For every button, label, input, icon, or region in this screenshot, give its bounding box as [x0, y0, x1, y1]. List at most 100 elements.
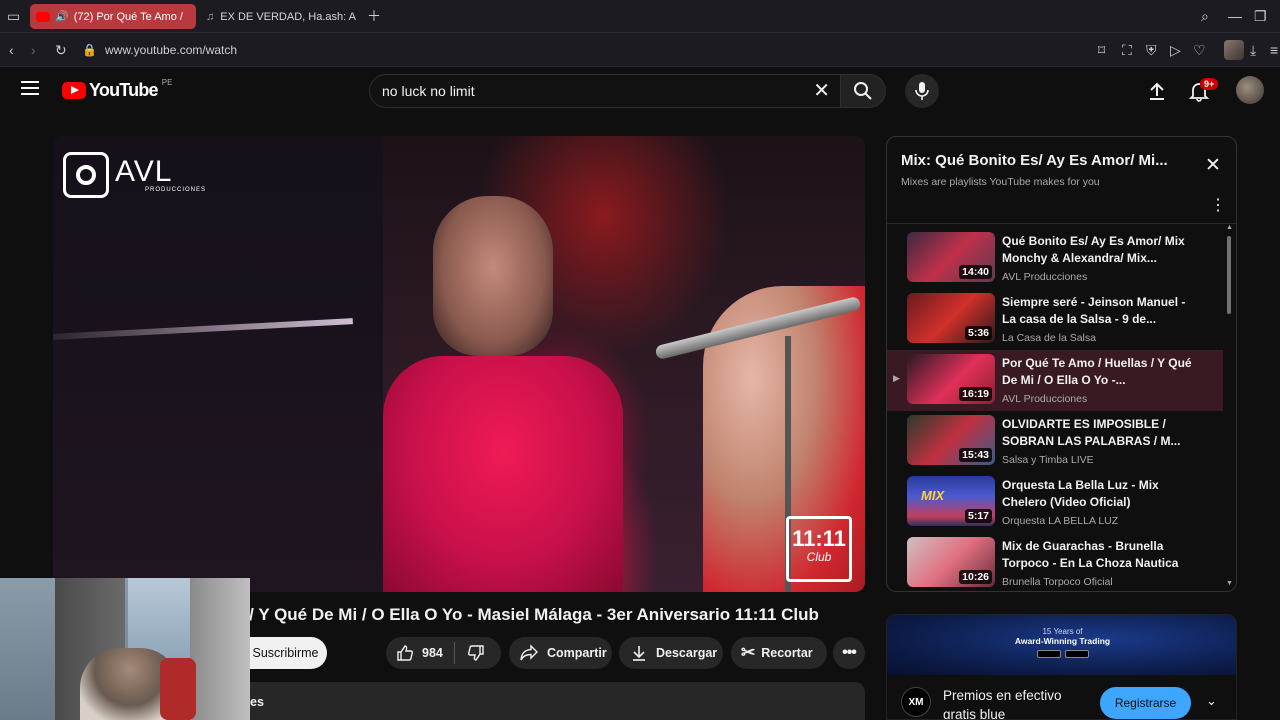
mix-list-item[interactable]: 10:26 Mix de Guarachas - Brunella Torpoc…: [887, 533, 1223, 591]
scrollbar-track[interactable]: ▲ ▼: [1226, 224, 1233, 590]
scrollbar-thumb[interactable]: [1227, 236, 1231, 314]
club-logo-word: Club: [806, 550, 832, 564]
share-label: Compartir: [547, 646, 607, 660]
app-store-badges: [887, 650, 1236, 658]
thumbs-up-icon: [397, 645, 413, 661]
download-button[interactable]: Descargar: [619, 637, 723, 669]
duration-badge: 5:17: [964, 509, 992, 523]
description-box[interactable]: es: [235, 682, 865, 720]
screenshot-icon[interactable]: ⛶: [1122, 42, 1132, 58]
more-actions-button[interactable]: •••: [833, 637, 865, 669]
hamburger-menu-icon[interactable]: [21, 81, 39, 95]
mix-list-item[interactable]: 5:36 Siempre seré - Jeinson Manuel - La …: [887, 289, 1223, 350]
performer-dress: [383, 356, 623, 592]
mix-item-title[interactable]: Por Qué Te Amo / Huellas / Y Qué De Mi /…: [1002, 355, 1197, 389]
mix-item-title[interactable]: Siempre seré - Jeinson Manuel - La casa …: [1002, 294, 1197, 328]
club-logo: 11:11 Club: [786, 516, 852, 582]
download-arrow-icon: [633, 646, 645, 661]
youtube-logo[interactable]: YouTube PE: [62, 78, 172, 101]
ad-banner[interactable]: 15 Years of Award-Winning Trading: [887, 615, 1236, 675]
reload-icon[interactable]: ↻: [55, 42, 67, 58]
like-count: 984: [422, 646, 443, 660]
heart-icon[interactable]: ♡: [1193, 42, 1206, 58]
mix-list-item-current[interactable]: ▶ 16:19 Por Qué Te Amo / Huellas / Y Qué…: [887, 350, 1223, 411]
more-options-icon[interactable]: ⋮: [1210, 198, 1226, 214]
search-button[interactable]: [840, 74, 886, 108]
advertiser-logo-text: XM: [908, 696, 924, 708]
speaker-icon[interactable]: 🔊: [55, 10, 69, 23]
microphone-icon: [915, 82, 929, 100]
video-thumbnail[interactable]: 16:19: [907, 354, 995, 404]
tab-active[interactable]: 🔊 (72) Por Qué Te Amo /: [30, 4, 196, 29]
play-icon[interactable]: ▷: [1170, 42, 1181, 58]
tab-inactive[interactable]: ♫ EX DE VERDAD, Ha.ash: A: [200, 4, 360, 29]
mix-item-channel[interactable]: Orquesta LA BELLA LUZ: [1002, 515, 1118, 527]
notification-badge: 9+: [1200, 78, 1219, 90]
user-avatar[interactable]: [1236, 76, 1264, 104]
chevron-down-icon[interactable]: ⌄: [1206, 693, 1217, 709]
mix-item-title[interactable]: Qué Bonito Es/ Ay Es Amor/ Mix Monchy & …: [1002, 233, 1197, 267]
mix-item-title[interactable]: Orquesta La Bella Luz - Mix Chelero (Vid…: [1002, 477, 1197, 511]
browser-tab-bar: ▭ 🔊 (72) Por Qué Te Amo / ♫ EX DE VERDAD…: [0, 0, 1280, 33]
tab-label: (72) Por Qué Te Amo /: [73, 10, 183, 23]
restore-icon[interactable]: ❐: [1254, 8, 1267, 24]
mix-item-title[interactable]: OLVIDARTE ES IMPOSIBLE / SOBRAN LAS PALA…: [1002, 416, 1197, 450]
download-icon[interactable]: ⤓: [1250, 42, 1256, 58]
mix-list-item[interactable]: MIX 5:17 Orquesta La Bella Luz - Mix Che…: [887, 472, 1223, 533]
url-text[interactable]: www.youtube.com/watch: [105, 43, 237, 57]
menu-icon[interactable]: ≡: [1270, 42, 1278, 58]
mix-list-item[interactable]: 14:40 Qué Bonito Es/ Ay Es Amor/ Mix Mon…: [887, 228, 1223, 289]
scroll-down-icon[interactable]: ▼: [1226, 580, 1233, 587]
minimize-icon[interactable]: —: [1228, 8, 1242, 24]
video-player[interactable]: AVL PRODUCCIONES 11:11 Club: [53, 136, 865, 592]
subscribe-label: Suscribirme: [252, 646, 319, 660]
back-icon[interactable]: ‹: [9, 42, 14, 58]
mix-item-channel[interactable]: AVL Producciones: [1002, 393, 1087, 405]
mix-item-channel[interactable]: La Casa de la Salsa: [1002, 332, 1096, 344]
avl-watermark: AVL PRODUCCIONES: [63, 152, 206, 198]
bookmark-icon[interactable]: ⌑: [1098, 42, 1105, 58]
video-thumbnail[interactable]: 14:40: [907, 232, 995, 282]
sponsored-ad[interactable]: 15 Years of Award-Winning Trading XM Pre…: [886, 614, 1237, 720]
search-input[interactable]: no luck no limit: [382, 83, 475, 99]
forward-icon[interactable]: ›: [31, 42, 36, 58]
mix-title[interactable]: Mix: Qué Bonito Es/ Ay Es Amor/ Mi...: [901, 152, 1168, 169]
video-thumbnail[interactable]: 15:43: [907, 415, 995, 465]
sidebar-toggle-icon[interactable]: ▭: [7, 8, 20, 24]
clip-button[interactable]: ✂ Recortar: [731, 637, 827, 669]
clear-search-icon[interactable]: ✕: [813, 80, 830, 102]
ad-banner-line1: 15 Years of: [1042, 627, 1083, 636]
music-favicon-icon: ♫: [206, 10, 215, 23]
mix-item-channel[interactable]: Salsa y Timba LIVE: [1002, 454, 1094, 466]
search-box: no luck no limit ✕: [369, 74, 841, 108]
video-thumbnail[interactable]: MIX 5:17: [907, 476, 995, 526]
advertiser-logo[interactable]: XM: [901, 687, 931, 717]
profile-avatar-icon[interactable]: [1224, 40, 1244, 60]
duration-badge: 15:43: [959, 448, 992, 462]
clip-label: Recortar: [761, 646, 813, 660]
mix-item-channel[interactable]: AVL Producciones: [1002, 271, 1087, 283]
voice-search-button[interactable]: [905, 74, 939, 108]
browser-address-bar: ‹ › ↻ 🔒 www.youtube.com/watch ⌑ ⛶ ⛨ ▷ ♡ …: [0, 33, 1280, 67]
mix-list-item[interactable]: 15:43 OLVIDARTE ES IMPOSIBLE / SOBRAN LA…: [887, 411, 1223, 472]
webcam-shelf: [128, 578, 193, 658]
mix-item-title[interactable]: Mix de Guarachas - Brunella Torpoco - En…: [1002, 538, 1197, 572]
shield-icon[interactable]: ⛨: [1146, 42, 1157, 58]
scroll-up-icon[interactable]: ▲: [1226, 224, 1233, 231]
upload-icon[interactable]: [1147, 81, 1167, 101]
video-thumbnail[interactable]: 10:26: [907, 537, 995, 587]
share-button[interactable]: Compartir: [509, 637, 612, 669]
scissors-icon: ✂: [741, 643, 756, 662]
search-tabs-icon[interactable]: ⌕: [1201, 8, 1209, 24]
mix-playlist-panel: Mix: Qué Bonito Es/ Ay Es Amor/ Mi... Mi…: [886, 136, 1237, 592]
mix-item-channel[interactable]: Brunella Torpoco Oficial: [1002, 576, 1113, 588]
register-button[interactable]: Registrarse: [1100, 687, 1191, 719]
close-icon[interactable]: ✕: [1205, 156, 1221, 176]
new-tab-icon[interactable]: ＋: [367, 8, 381, 24]
lock-icon: 🔒: [82, 43, 97, 57]
thumbnail-text: MIX: [921, 488, 945, 503]
share-icon: [520, 644, 538, 661]
like-button[interactable]: 984: [386, 637, 454, 669]
dislike-button[interactable]: [455, 637, 485, 669]
video-thumbnail[interactable]: 5:36: [907, 293, 995, 343]
